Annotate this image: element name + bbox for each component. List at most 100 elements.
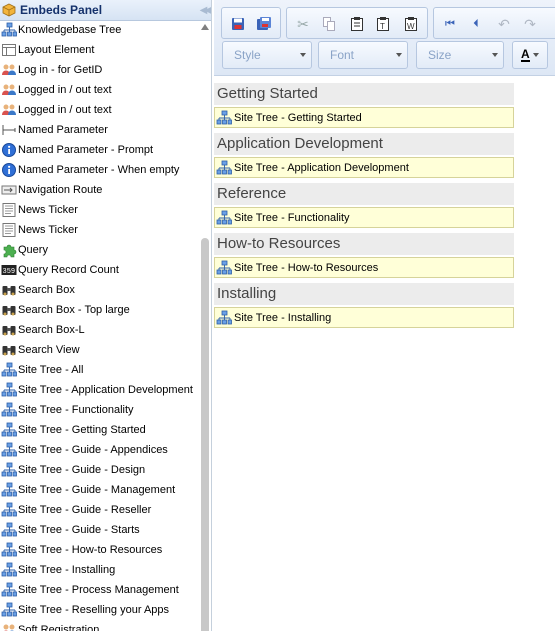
embed-list-item[interactable]: Search Box-L: [0, 320, 200, 340]
paste-button[interactable]: [347, 14, 367, 34]
collapse-panel-icon[interactable]: ◀◀: [200, 5, 211, 16]
paste-text-button[interactable]: T: [373, 14, 393, 34]
save-as-button[interactable]: [254, 14, 274, 34]
embed-list-item-label: Site Tree - Application Development: [18, 384, 193, 396]
users-icon: [2, 64, 16, 75]
toolbar-group-clipboard: ✂ T W: [286, 7, 428, 39]
embed-list-item[interactable]: Site Tree - Installing: [0, 560, 200, 580]
cube-icon: [2, 3, 16, 17]
panel-title: Embeds Panel: [20, 3, 103, 17]
embed-list-item-label: Site Tree - Process Management: [18, 584, 179, 596]
route-icon: [1, 185, 17, 195]
embed-list-item[interactable]: Named Parameter: [0, 120, 200, 140]
embed-list-item[interactable]: Site Tree - Getting Started: [0, 420, 200, 440]
embed-list-item-label: Logged in / out text: [18, 84, 112, 96]
embed-placeholder[interactable]: Site Tree - Getting Started: [214, 107, 514, 128]
size-dropdown-label: Size: [428, 48, 452, 62]
embed-list-item-label: Site Tree - Installing: [18, 564, 116, 576]
section-heading[interactable]: Getting Started: [214, 83, 514, 105]
embed-list-item[interactable]: Site Tree - Guide - Management: [0, 480, 200, 500]
embed-list-item[interactable]: Site Tree - Guide - Reseller: [0, 500, 200, 520]
embed-list-item[interactable]: 359 Query Record Count: [0, 260, 200, 280]
embed-list-item[interactable]: Logged in / out text: [0, 80, 200, 100]
embed-list-item-label: Named Parameter - When empty: [18, 164, 180, 176]
embed-list-item[interactable]: Named Parameter - When empty: [0, 160, 200, 180]
embed-list-item[interactable]: Named Parameter - Prompt: [0, 140, 200, 160]
embed-list-item[interactable]: Knowledgebase Tree: [0, 21, 200, 40]
embed-list-item-label: Search View: [18, 344, 80, 356]
embed-list-item[interactable]: Query: [0, 240, 200, 260]
section-heading[interactable]: Application Development: [214, 133, 514, 155]
embed-placeholder[interactable]: Site Tree - Installing: [214, 307, 514, 328]
embed-list-item[interactable]: Site Tree - All: [0, 360, 200, 380]
embed-list-item[interactable]: Soft Registration: [0, 620, 200, 631]
save-button[interactable]: [228, 14, 248, 34]
section-heading[interactable]: How-to Resources: [214, 233, 514, 255]
toolbar-group-navigation: ⏮ ⏴ ↶ ↷: [433, 7, 555, 39]
layout-icon: [2, 44, 16, 56]
embed-list-item[interactable]: Search Box - Top large: [0, 300, 200, 320]
sitemap-icon: [1, 602, 17, 617]
copy-button[interactable]: [319, 14, 339, 34]
previous-button[interactable]: ⏴: [466, 14, 486, 34]
embed-placeholder-label: Site Tree - Functionality: [234, 211, 350, 224]
cut-button[interactable]: ✂: [293, 14, 313, 34]
embed-list-item[interactable]: Site Tree - Guide - Appendices: [0, 440, 200, 460]
paste-word-button[interactable]: W: [401, 14, 421, 34]
sitemap-icon: [1, 442, 17, 457]
sitemap-icon: [1, 362, 17, 377]
redo-icon: ↷: [524, 15, 536, 32]
content-section: Reference Site Tree - Functionality: [214, 183, 514, 228]
embed-list-item[interactable]: Log in - for GetID: [0, 60, 200, 80]
embed-list-item-label: Search Box: [18, 284, 75, 296]
section-heading[interactable]: Installing: [214, 283, 514, 305]
embed-list-item[interactable]: Navigation Route: [0, 180, 200, 200]
embed-list-item[interactable]: Site Tree - Functionality: [0, 400, 200, 420]
embed-list-item[interactable]: News Ticker: [0, 200, 200, 220]
svg-text:T: T: [380, 22, 385, 31]
embed-list-item[interactable]: Search View: [0, 340, 200, 360]
undo-icon: ↶: [498, 15, 510, 32]
embed-placeholder[interactable]: Site Tree - Functionality: [214, 207, 514, 228]
sitemap-icon: [1, 502, 17, 517]
size-dropdown[interactable]: Size: [416, 41, 504, 69]
embed-list-item[interactable]: Site Tree - Application Development: [0, 380, 200, 400]
first-button[interactable]: ⏮: [440, 14, 460, 34]
embed-list-item-label: Layout Element: [18, 44, 95, 56]
redo-button[interactable]: ↷: [520, 14, 540, 34]
embed-list-item[interactable]: Site Tree - How-to Resources: [0, 540, 200, 560]
content-section: Installing Site Tree - Installing: [214, 283, 514, 328]
content-section: Application Development Site Tree - Appli…: [214, 133, 514, 178]
embed-list-item[interactable]: Site Tree - Guide - Starts: [0, 520, 200, 540]
embed-placeholder[interactable]: Site Tree - Application Development: [214, 157, 514, 178]
info-icon: [2, 143, 16, 157]
sitemap-icon: [216, 260, 232, 274]
embed-list: Knowledgebase Tree Layout Element Log in -…: [0, 21, 200, 631]
chevron-down-icon: [532, 53, 539, 57]
chevron-down-icon: [492, 53, 498, 57]
skip-previous-icon: ⏴: [473, 17, 479, 30]
embed-placeholder[interactable]: Site Tree - How-to Resources: [214, 257, 514, 278]
sitemap-icon: [1, 402, 17, 417]
undo-button[interactable]: ↶: [494, 14, 514, 34]
font-dropdown[interactable]: Font: [318, 41, 408, 69]
embed-list-item-label: Site Tree - Guide - Design: [18, 464, 146, 476]
text-color-dropdown[interactable]: A: [512, 41, 548, 69]
embed-list-item[interactable]: News Ticker: [0, 220, 200, 240]
embed-list-item-label: Site Tree - Getting Started: [18, 424, 146, 436]
section-heading[interactable]: Reference: [214, 183, 514, 205]
embed-list-item[interactable]: Site Tree - Reselling your Apps: [0, 600, 200, 620]
embed-list-item[interactable]: Site Tree - Process Management: [0, 580, 200, 600]
embed-list-item[interactable]: Site Tree - Guide - Design: [0, 460, 200, 480]
embed-list-item[interactable]: Search Box: [0, 280, 200, 300]
scrollbar-thumb[interactable]: [201, 238, 209, 631]
scroll-up-arrow-icon[interactable]: [201, 24, 209, 30]
save-as-icon: [257, 17, 271, 30]
panel-header: Embeds Panel ◀◀: [0, 0, 211, 21]
embed-list-item-label: Log in - for GetID: [18, 64, 103, 76]
sitemap-icon: [1, 582, 17, 597]
style-dropdown[interactable]: Style: [222, 41, 312, 69]
news-icon: [2, 223, 16, 237]
embed-list-item[interactable]: Logged in / out text: [0, 100, 200, 120]
embed-list-item[interactable]: Layout Element: [0, 40, 200, 60]
